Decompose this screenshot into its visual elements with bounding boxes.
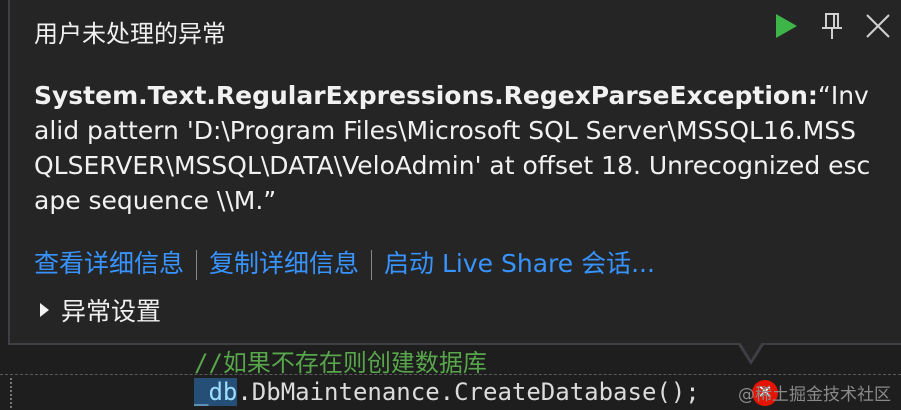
exception-popup: 用户未处理的异常 System.Text.RegularExpressions.…: [8, 0, 901, 345]
live-share-link[interactable]: 启动 Live Share 会话...: [384, 249, 655, 278]
exception-settings-toggle[interactable]: 异常设置: [40, 292, 161, 328]
continue-button[interactable]: [763, 6, 809, 46]
exception-settings-label: 异常设置: [61, 297, 162, 326]
gutter-indent-guide: [10, 378, 22, 408]
popup-pointer-inner: [740, 342, 762, 360]
expand-triangle-icon: [40, 303, 49, 317]
link-separator: [196, 250, 198, 280]
popup-title: 用户未处理的异常: [34, 20, 226, 48]
watermark: @稀土掘金技术社区: [738, 385, 891, 405]
current-statement[interactable]: _db.DbMaintenance.CreateDatabase();: [194, 376, 700, 408]
play-icon: [776, 14, 797, 38]
exception-type: System.Text.RegularExpressions.RegexPars…: [34, 81, 818, 110]
statement-rest: .DbMaintenance.CreateDatabase();: [237, 378, 700, 406]
detail-links: 查看详细信息 复制详细信息 启动 Live Share 会话...: [34, 244, 655, 280]
pin-button[interactable]: [809, 6, 855, 46]
link-separator: [371, 250, 373, 280]
pin-icon: [822, 13, 842, 39]
code-comment: //如果不存在则创建数据库: [194, 349, 487, 377]
view-details-link[interactable]: 查看详细信息: [34, 249, 184, 278]
db-identifier[interactable]: _db: [194, 378, 238, 406]
close-icon: [866, 14, 890, 38]
close-button[interactable]: [855, 6, 901, 46]
exception-message: System.Text.RegularExpressions.RegexPars…: [34, 78, 874, 218]
copy-details-link[interactable]: 复制详细信息: [209, 249, 359, 278]
popup-actions: [763, 6, 901, 46]
